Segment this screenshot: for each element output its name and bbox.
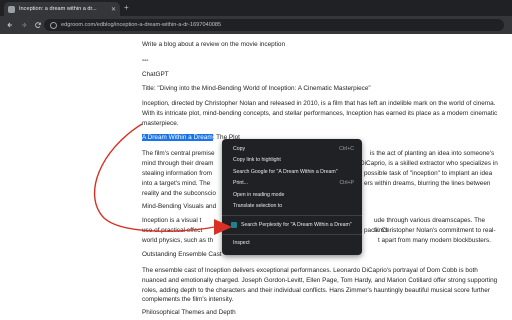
visuals-line-3: world physics, such as th: [142, 237, 214, 244]
visuals-line-3-tail: t apart from many modern blockbusters.: [378, 237, 491, 244]
menu-item-search-perplexity-label: Search Perplexity for "A Dream Within a …: [241, 221, 352, 228]
menu-item-translate[interactable]: Translate selection to: [222, 201, 362, 213]
plot-line-2: mind through their dream: [142, 160, 214, 167]
menu-separator: [222, 233, 362, 235]
back-arrow-icon[interactable]: [4, 19, 16, 31]
visuals-line-2-tail: pace. Christopher Nolan's commitment to …: [364, 227, 496, 234]
menu-item-print-label: Print...: [233, 180, 248, 187]
menu-item-reading-mode[interactable]: Open in reading mode: [222, 189, 362, 201]
copy-shortcut: Ctrl+C: [339, 145, 354, 152]
browser-toolbar: edgroom.com/edblog/inception-a-dream-wit…: [0, 16, 512, 34]
plot-line-1-tail: is the act of planting an idea into some…: [370, 150, 495, 157]
menu-item-search-perplexity[interactable]: Search Perplexity for "A Dream Within a …: [222, 219, 362, 231]
menu-item-reading-mode-label: Open in reading mode: [233, 191, 285, 198]
cast-heading: Outstanding Ensemble Cast: [142, 251, 222, 258]
tab-title: Inception: a dream within a dr...: [19, 6, 97, 12]
browser-tab[interactable]: Inception: a dream within a dr... ✕: [4, 2, 120, 16]
menu-item-inspect[interactable]: Inspect: [222, 238, 362, 250]
url-text: edgroom.com/edblog/inception-a-dream-wit…: [61, 22, 222, 28]
menu-item-copy-label: Copy: [233, 145, 246, 152]
context-menu: Copy Ctrl+C Copy link to highlight Searc…: [222, 139, 362, 255]
menu-item-search-google-label: Search Google for "A Dream Within a Drea…: [233, 168, 338, 175]
menu-separator: [222, 215, 362, 216]
close-tab-icon[interactable]: ✕: [111, 6, 116, 13]
menu-item-copy[interactable]: Copy Ctrl+C: [222, 143, 362, 155]
selected-text[interactable]: A Dream Within a Dream: [142, 134, 213, 141]
print-shortcut: Ctrl+P: [339, 180, 354, 187]
plot-line-2-tail: DiCaprio, is a skilled extractor who spe…: [360, 160, 498, 167]
plot-line-3-tail: possible task of "inception" to implant …: [364, 170, 493, 177]
perplexity-icon: [231, 221, 237, 228]
article-title: Title: "Diving into the Mind-Bending Wor…: [142, 85, 371, 92]
plot-line-5: reality and the subconscio: [142, 190, 216, 197]
site-info-icon[interactable]: [50, 21, 57, 29]
tab-strip: Inception: a dream within a dr... ✕ +: [0, 0, 512, 16]
menu-item-copy-link-label: Copy link to highlight: [233, 157, 281, 164]
cast-paragraph: The ensemble cast of Inception delivers …: [142, 267, 498, 304]
plot-line-1: The film's central premise: [142, 150, 215, 157]
address-bar[interactable]: edgroom.com/edblog/inception-a-dream-wit…: [44, 19, 504, 31]
themes-heading: Philosophical Themes and Depth: [142, 309, 236, 316]
menu-item-search-google[interactable]: Search Google for "A Dream Within a Drea…: [222, 166, 362, 178]
menu-item-translate-label: Translate selection to: [233, 203, 283, 210]
intro-paragraph: Inception, directed by Christopher Nolan…: [142, 100, 498, 127]
menu-item-print[interactable]: Print... Ctrl+P: [222, 178, 362, 190]
plot-line-4-tail: ers within dreams, blurring the lines be…: [364, 180, 491, 187]
divider-text: ---: [142, 57, 149, 64]
favicon-icon: [8, 5, 15, 13]
menu-item-copy-link[interactable]: Copy link to highlight: [222, 155, 362, 167]
author-label: ChatGPT: [142, 71, 169, 78]
visuals-line-2: use of practical effect: [142, 227, 203, 234]
visuals-heading: Mind-Bending Visuals and: [142, 203, 217, 210]
menu-item-inspect-label: Inspect: [233, 240, 250, 247]
new-tab-button[interactable]: +: [124, 3, 129, 13]
visuals-line-1: Inception is a visual t: [142, 217, 202, 224]
plot-line-3: stealing information from: [142, 170, 212, 177]
reload-icon[interactable]: [32, 19, 44, 31]
prompt-text: Write a blog about a review on the movie…: [142, 41, 286, 48]
plot-line-4: into a target's mind. The: [142, 180, 211, 187]
forward-arrow-icon[interactable]: [18, 19, 30, 31]
